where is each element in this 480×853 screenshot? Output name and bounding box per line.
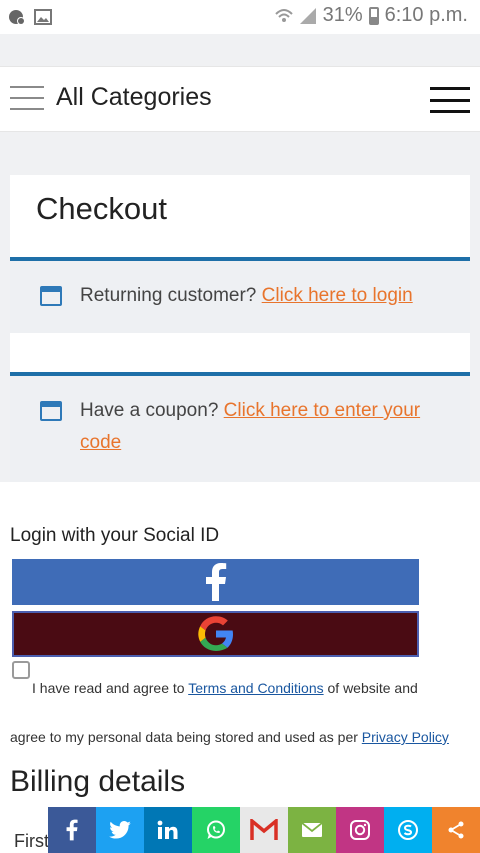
coupon-label: Have a coupon? xyxy=(80,400,219,421)
first-name-label: First xyxy=(14,831,49,851)
linkedin-share-button[interactable] xyxy=(144,807,192,853)
status-bar: 31% 6:10 p.m. xyxy=(0,0,480,34)
terms-prefix: I have read and agree to xyxy=(32,680,185,696)
facebook-share-button[interactable] xyxy=(48,807,96,853)
gmail-share-button[interactable] xyxy=(240,807,288,853)
facebook-icon xyxy=(205,563,226,601)
terms-line-1: I have read and agree to Terms and Condi… xyxy=(32,680,418,696)
login-link[interactable]: Click here to login xyxy=(262,285,413,306)
google-login-button[interactable] xyxy=(12,611,419,657)
page-title: Checkout xyxy=(36,191,167,226)
privacy-policy-link[interactable]: Privacy Policy xyxy=(362,729,449,745)
terms-checkbox[interactable] xyxy=(12,661,30,679)
privacy-prefix: agree to my personal data being stored a… xyxy=(10,729,358,745)
terms-link[interactable]: Terms and Conditions xyxy=(188,680,323,696)
returning-customer-text: Returning customer? Click here to login xyxy=(80,280,450,312)
main-menu-icon[interactable] xyxy=(430,87,470,113)
signal-icon xyxy=(299,7,316,24)
window-icon xyxy=(40,286,62,306)
share-icon xyxy=(448,821,464,839)
returning-customer-notice: Returning customer? Click here to login xyxy=(10,261,470,333)
coupon-text: Have a coupon? Click here to enter your … xyxy=(80,395,450,459)
instagram-icon xyxy=(350,820,370,840)
notification-icons xyxy=(8,8,52,26)
app-notification-icon xyxy=(9,10,25,25)
coupon-notice: Have a coupon? Click here to enter your … xyxy=(10,376,470,482)
categories-menu-icon[interactable] xyxy=(10,86,44,110)
skype-icon xyxy=(398,820,418,840)
twitter-share-button[interactable] xyxy=(96,807,144,853)
wifi-icon xyxy=(274,8,293,22)
terms-suffix: of website and xyxy=(327,680,418,696)
facebook-login-button[interactable] xyxy=(12,559,419,605)
returning-customer-label: Returning customer? xyxy=(80,285,257,306)
twitter-icon xyxy=(109,821,131,839)
window-icon xyxy=(40,401,62,421)
whatsapp-icon xyxy=(207,820,225,839)
checkout-title-panel: Checkout xyxy=(10,175,470,259)
billing-title: Billing details xyxy=(10,765,186,798)
social-share-bar xyxy=(48,807,480,853)
whatsapp-share-button[interactable] xyxy=(192,807,240,853)
page-header-title[interactable]: All Categories xyxy=(56,83,212,112)
instagram-share-button[interactable] xyxy=(336,807,384,853)
email-icon xyxy=(302,823,322,837)
battery-percent: 31% xyxy=(322,4,363,26)
clock: 6:10 p.m. xyxy=(384,4,468,26)
google-icon xyxy=(197,616,233,651)
image-notification-icon xyxy=(34,9,52,25)
terms-line-2: agree to my personal data being stored a… xyxy=(10,729,449,745)
top-navigation-bar: All Categories xyxy=(0,66,480,132)
facebook-icon xyxy=(66,819,78,841)
battery-icon xyxy=(368,6,379,25)
gmail-icon xyxy=(250,819,278,840)
linkedin-icon xyxy=(157,820,178,839)
status-right: 31% 6:10 p.m. xyxy=(274,4,468,27)
social-login-label: Login with your Social ID xyxy=(10,525,220,546)
email-share-button[interactable] xyxy=(288,807,336,853)
skype-share-button[interactable] xyxy=(384,807,432,853)
more-share-button[interactable] xyxy=(432,807,480,853)
spacer xyxy=(10,333,470,373)
